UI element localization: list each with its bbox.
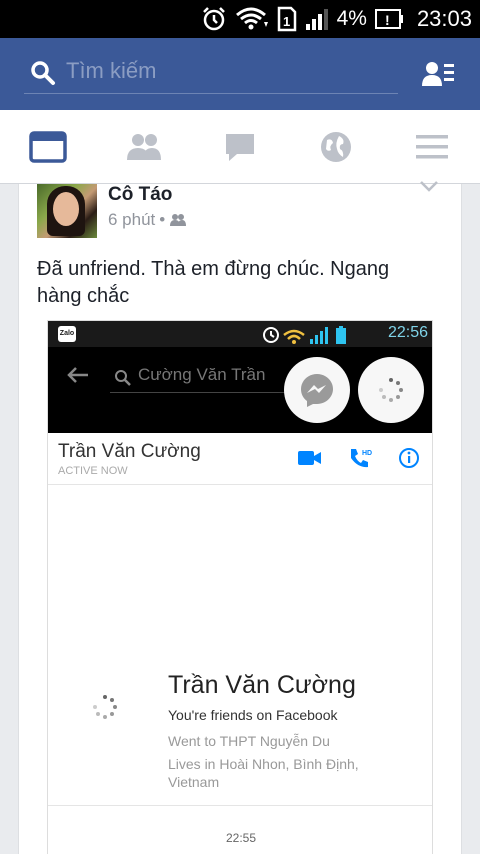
- image-location: Lives in Hoài Nhon, Bình Định, Vietnam: [168, 756, 359, 790]
- image-friends-text: You're friends on Facebook: [168, 707, 338, 723]
- post-meta: 6 phút •: [108, 210, 187, 230]
- image-profile-name: Trần Văn Cường: [168, 671, 356, 699]
- alarm-icon: [202, 7, 225, 31]
- image-app-bar: Cường Văn Trần: [48, 347, 432, 433]
- image-chat-name: Trần Văn Cường: [58, 441, 201, 462]
- post-author[interactable]: Cô Táo: [108, 184, 172, 206]
- friends-icon: [127, 134, 161, 160]
- sim-icon: 1: [277, 6, 296, 32]
- avatar-face: [53, 192, 79, 226]
- tab-menu[interactable]: [412, 130, 452, 164]
- image-message-time: 22:55: [225, 831, 257, 845]
- avatar[interactable]: [37, 184, 97, 238]
- signal-icon: [305, 9, 328, 30]
- search-icon: [31, 61, 55, 85]
- svg-text:HD: HD: [362, 450, 372, 457]
- friends-audience-icon: [170, 214, 187, 226]
- back-arrow-icon: [67, 367, 88, 383]
- info-icon: [399, 448, 419, 468]
- tab-friend-requests[interactable]: [124, 130, 164, 164]
- hamburger-icon: [416, 135, 448, 159]
- status-bar: 1 4% ! 23:03: [0, 0, 480, 38]
- image-search-bar: Cường Văn Trần: [110, 363, 296, 393]
- clock: 23:03: [416, 6, 472, 31]
- loading-bubble: [358, 357, 424, 423]
- status-icons: 1 4% ! 23:03: [201, 0, 472, 38]
- voice-call-icon: HD: [351, 449, 372, 468]
- tab-notifications[interactable]: [316, 130, 356, 164]
- search-input[interactable]: Tìm kiếm: [66, 58, 156, 84]
- image-status-icons: [263, 326, 346, 344]
- video-call-icon: [298, 451, 321, 465]
- tab-news-feed[interactable]: [28, 130, 68, 164]
- image-active-status: ACTIVE NOW: [58, 465, 128, 477]
- globe-icon: [321, 132, 351, 162]
- svg-text:!: !: [385, 12, 390, 28]
- tab-messages[interactable]: [220, 130, 260, 164]
- chevron-down-icon[interactable]: [419, 180, 439, 194]
- image-clock: 22:56: [387, 324, 428, 341]
- meta-separator: •: [159, 210, 166, 229]
- chat-bubble-icon: [226, 134, 254, 161]
- loading-spinner-icon: [93, 695, 117, 719]
- app-header: Tìm kiếm: [0, 38, 480, 110]
- friend-list-icon[interactable]: [422, 60, 456, 88]
- search-bar[interactable]: Tìm kiếm: [24, 54, 398, 94]
- image-education: Went to THPT Nguyễn Du: [168, 733, 330, 749]
- image-status-bar: Zalo 22:56: [48, 321, 432, 347]
- image-chat-header: Trần Văn Cường ACTIVE NOW HD: [48, 433, 432, 485]
- zalo-icon: Zalo: [58, 326, 76, 342]
- news-feed-icon: [29, 131, 67, 163]
- image-call-icons: HD: [298, 447, 420, 469]
- image-search-icon: [115, 370, 131, 386]
- svg-text:1: 1: [283, 14, 290, 29]
- post-time[interactable]: 6 phút: [108, 210, 155, 230]
- image-search-text: Cường Văn Trần: [138, 365, 266, 384]
- tab-bar: [0, 110, 480, 184]
- post-text: Đã unfriend. Thà em đừng chúc. Ngang hàn…: [37, 258, 390, 307]
- post-card: Cô Táo 6 phút • Đã unfriend. Thà em đừng…: [18, 181, 462, 854]
- post-image[interactable]: Zalo 22:56 Cường Văn Trần Trần Văn Cường…: [47, 320, 433, 854]
- image-divider: [48, 805, 432, 806]
- loading-spinner-icon: [379, 378, 403, 402]
- wifi-icon: [235, 7, 268, 30]
- battery-icon: !: [374, 9, 403, 29]
- messenger-bubble: [284, 357, 350, 423]
- messenger-icon: [301, 374, 333, 407]
- battery-percent: 4%: [336, 7, 367, 30]
